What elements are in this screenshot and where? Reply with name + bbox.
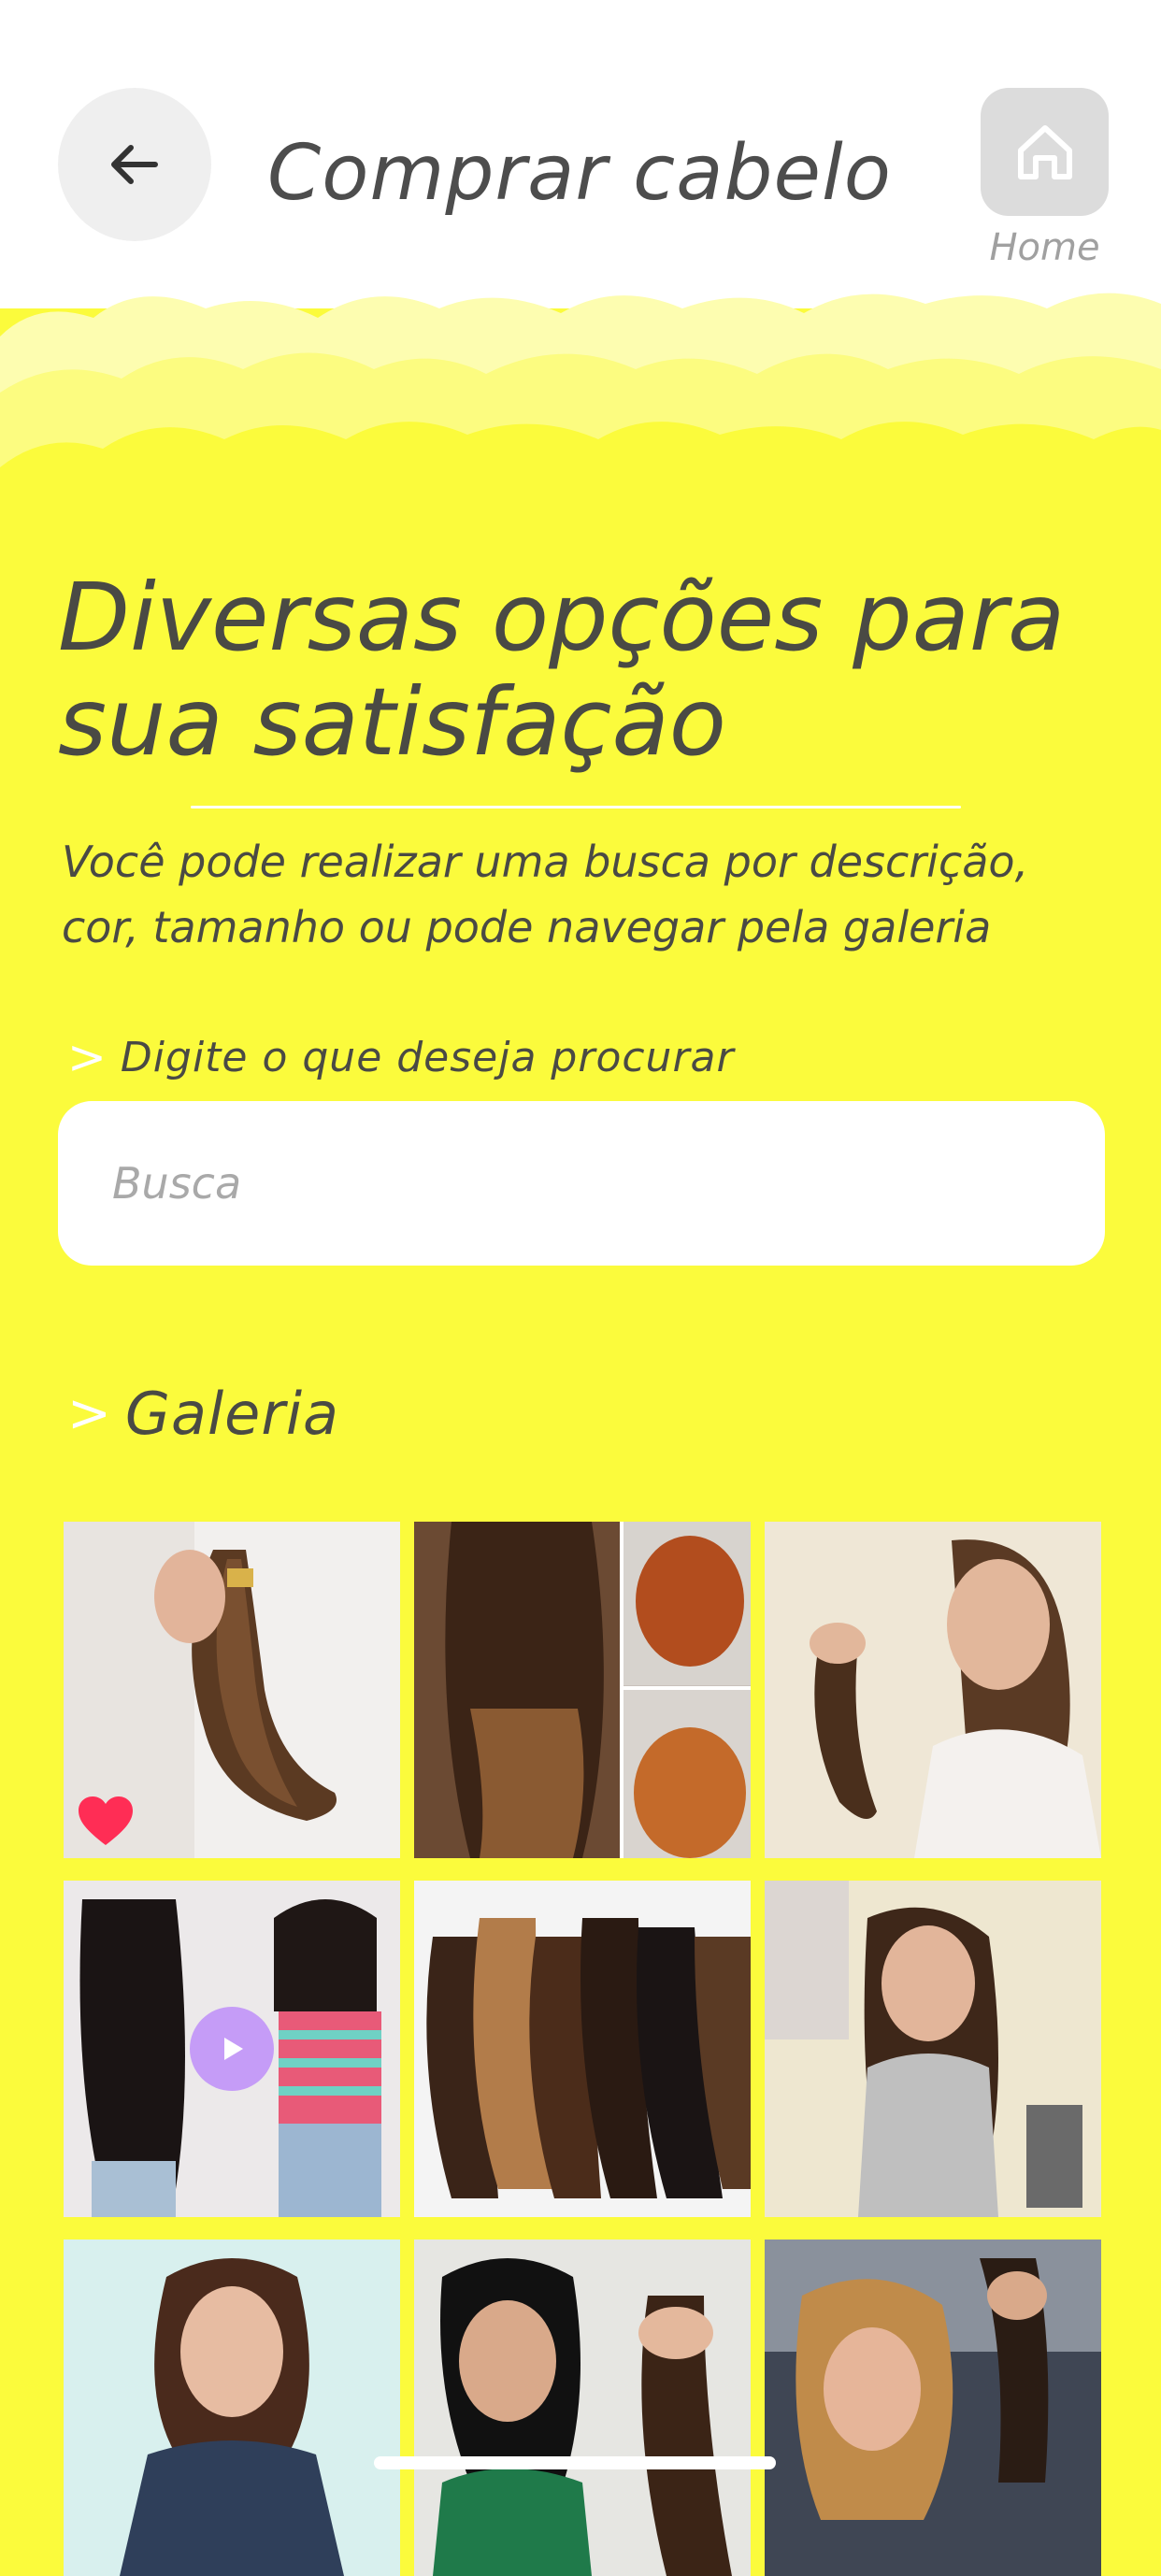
gallery-item[interactable] [64,2240,400,2576]
subtitle: Você pode realizar uma busca por descriç… [62,837,1029,952]
home-button[interactable] [981,88,1109,216]
gallery-item[interactable] [414,1881,751,2217]
gallery-item[interactable] [64,1522,400,1858]
cloud-decoration [0,293,1161,561]
home-icon [1017,124,1072,179]
home-indicator [374,2456,776,2469]
gallery-item[interactable] [414,1522,751,1858]
hair-photo [414,1522,751,1858]
home-label: Home [989,226,1100,269]
gallery-item[interactable] [765,2240,1101,2576]
hair-photo [765,2240,1101,2576]
hair-photo [765,1881,1101,2217]
chevron-right-icon: > [67,1383,112,1444]
favorite-heart-icon[interactable] [77,1795,135,1849]
gallery-section-label: > Galeria [67,1380,339,1448]
back-button[interactable] [58,88,211,241]
gallery-grid [64,1522,1101,2576]
hair-photo [414,2240,751,2576]
chevron-right-icon: > [67,1030,108,1084]
gallery-item[interactable] [64,1881,400,2217]
gallery-label-text: Galeria [124,1380,340,1448]
search-section-label: > Digite o que deseja procurar [67,1030,735,1084]
play-button[interactable] [190,2007,274,2091]
gallery-item[interactable] [765,1881,1101,2217]
headline: Diversas opções para sua satisfação [58,563,1066,777]
gallery-item[interactable] [414,2240,751,2576]
page-title: Comprar cabelo [267,129,892,218]
gallery-item[interactable] [765,1522,1101,1858]
play-icon [224,2038,243,2060]
hair-photo [64,2240,400,2576]
hair-photo [765,1522,1101,1858]
search-input[interactable] [58,1101,1105,1266]
divider [191,806,961,809]
search-label-text: Digite o que deseja procurar [120,1033,735,1081]
arrow-left-icon [111,145,158,184]
hair-photo [414,1881,751,2217]
